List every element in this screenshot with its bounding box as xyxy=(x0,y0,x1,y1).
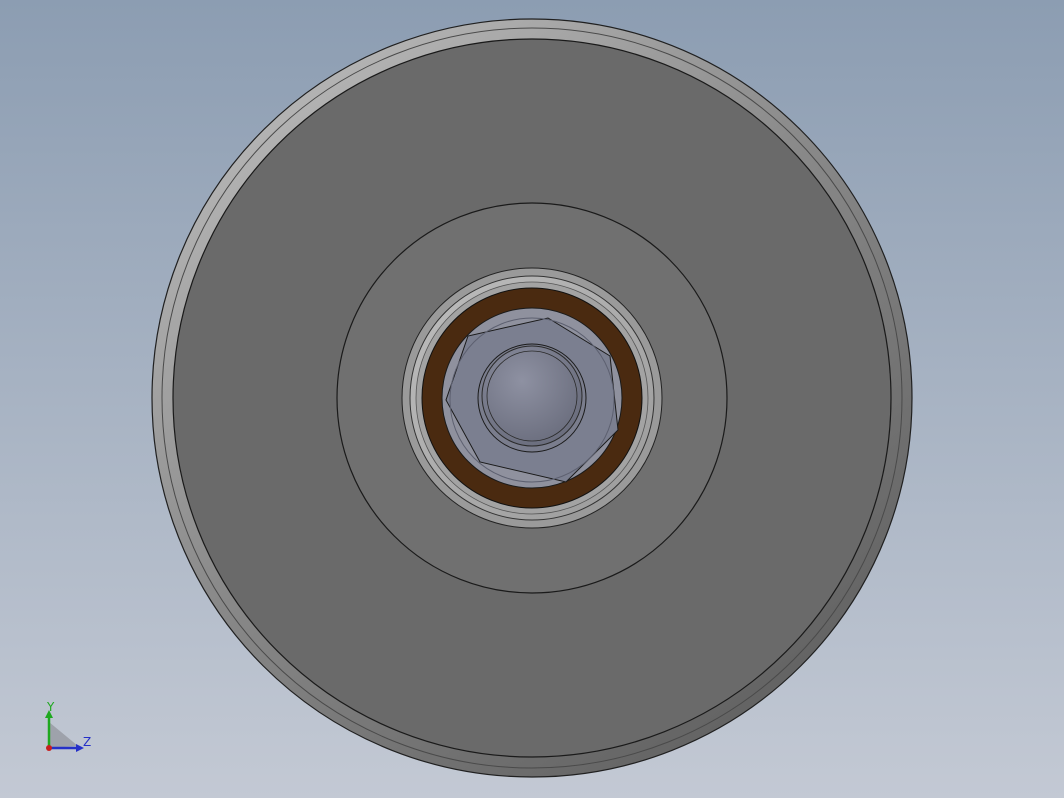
triad-origin xyxy=(46,745,52,751)
bolt-end[interactable] xyxy=(481,345,583,447)
graphics-viewport[interactable]: Y Z xyxy=(0,0,1064,798)
triad-y-label: Y xyxy=(46,700,55,714)
model-view[interactable]: Y Z xyxy=(0,0,1064,798)
wheel-part[interactable] xyxy=(151,18,913,778)
triad-z-label: Z xyxy=(83,735,91,749)
